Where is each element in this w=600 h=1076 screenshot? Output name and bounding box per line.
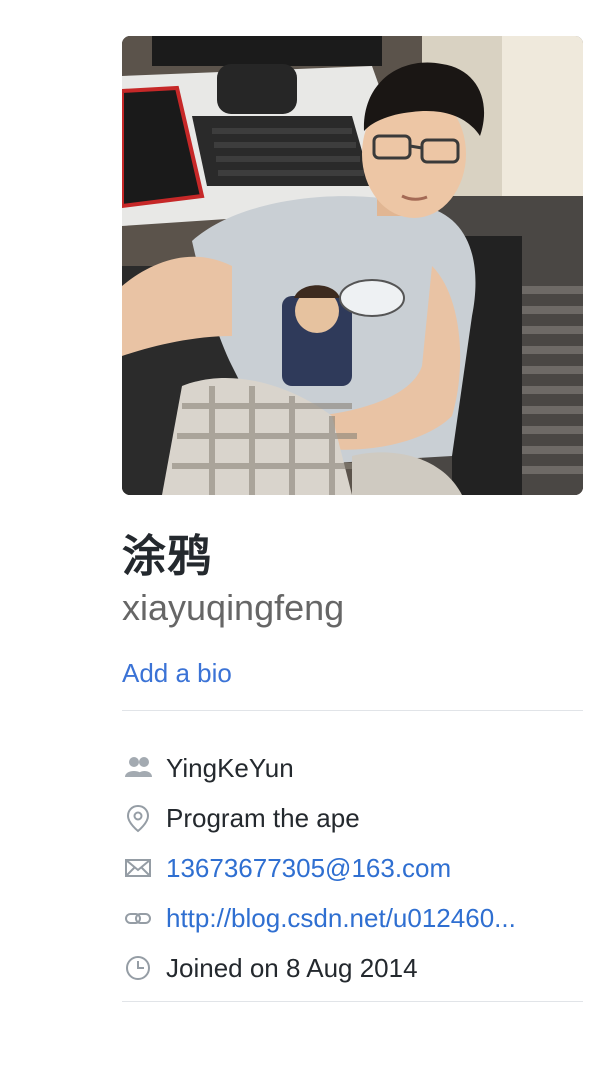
email-item: 13673677305@163.com	[122, 851, 583, 885]
profile-sidebar: 涂鸦 xiayuqingfeng Add a bio YingKeYun Pro…	[122, 36, 583, 1002]
mail-icon	[122, 853, 154, 883]
website-link[interactable]: http://blog.csdn.net/u012460...	[166, 903, 516, 934]
location-pin-icon	[122, 803, 154, 833]
organization-text: YingKeYun	[166, 752, 294, 783]
location-text: Program the ape	[166, 802, 360, 833]
email-link[interactable]: 13673677305@163.com	[166, 853, 451, 884]
organization-item: YingKeYun	[122, 751, 583, 785]
joined-text: Joined on 8 Aug 2014	[166, 952, 418, 983]
profile-fullname: 涂鸦	[122, 531, 212, 582]
avatar[interactable]	[122, 36, 583, 495]
divider	[122, 710, 583, 711]
clock-icon	[122, 953, 154, 983]
add-bio-link[interactable]: Add a bio	[122, 656, 232, 690]
link-icon	[122, 903, 154, 933]
website-item: http://blog.csdn.net/u012460...	[122, 901, 583, 935]
people-icon	[122, 753, 154, 783]
profile-details-list: YingKeYun Program the ape 13673677305@16…	[122, 751, 583, 985]
profile-username: xiayuqingfeng	[122, 587, 345, 628]
location-item: Program the ape	[122, 801, 583, 835]
joined-item: Joined on 8 Aug 2014	[122, 951, 583, 985]
divider	[122, 1001, 583, 1002]
avatar-image	[122, 36, 583, 495]
